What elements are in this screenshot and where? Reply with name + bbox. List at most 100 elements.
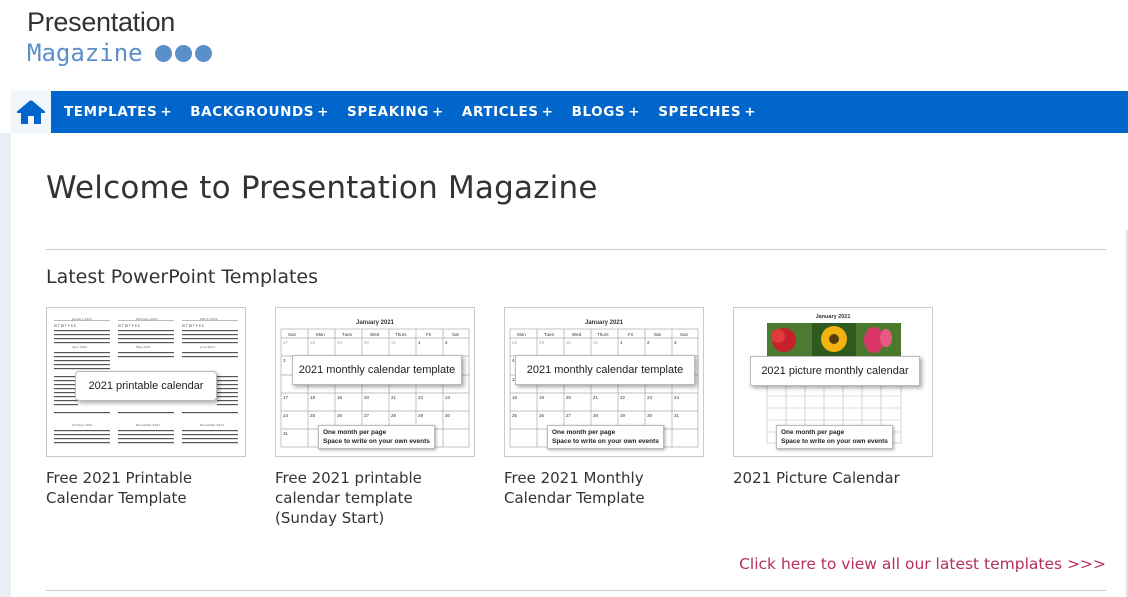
svg-text:M T W T F S S: M T W T F S S (182, 324, 204, 328)
svg-text:20: 20 (566, 395, 572, 400)
svg-text:24: 24 (674, 395, 680, 400)
template-card[interactable]: January 2021 2021 picture monthly calend… (733, 307, 933, 528)
svg-text:30: 30 (647, 413, 653, 418)
home-icon (17, 100, 45, 124)
main-nav: TEMPLATES + BACKGROUNDS + SPEAKING + ARTICL… (11, 91, 1128, 133)
section-title: Latest PowerPoint Templates (46, 266, 319, 288)
thumbnail-note: One month per page Space to write on you… (318, 425, 435, 449)
template-title[interactable]: Free 2021 printable calendar template (S… (275, 468, 475, 528)
thumbnail-banner: 2021 monthly calendar template (292, 355, 462, 385)
svg-text:Fri: Fri (426, 332, 431, 337)
svg-text:27: 27 (566, 413, 572, 418)
divider (46, 590, 1106, 591)
logo-magazine-word: Magazine (27, 39, 143, 67)
svg-text:26: 26 (539, 413, 545, 418)
thumbnail-banner: 2021 printable calendar (75, 371, 217, 401)
svg-text:18: 18 (512, 395, 518, 400)
template-title[interactable]: Free 2021 Printable Calendar Template (46, 468, 246, 508)
svg-text:Sat: Sat (654, 332, 662, 337)
nav-articles[interactable]: ARTICLES + (462, 104, 554, 120)
template-card[interactable]: January 2021 Sun Mon Tues Wed Thurs Fri Sat 27… (275, 307, 475, 528)
svg-text:3: 3 (674, 340, 677, 345)
svg-text:28: 28 (310, 340, 316, 345)
plus-icon: + (541, 104, 554, 120)
svg-text:27: 27 (283, 340, 289, 345)
nav-speaking-label: SPEAKING (347, 104, 429, 120)
svg-text:18: 18 (310, 395, 316, 400)
note-line-1: One month per page (323, 429, 387, 436)
svg-text:April 2021: April 2021 (72, 345, 88, 349)
logo-text-magazine: Magazine (27, 38, 212, 68)
svg-text:23: 23 (445, 395, 451, 400)
template-cards: January 2021 February 2021 March 2021 Apri… (46, 307, 933, 528)
svg-text:22: 22 (418, 395, 424, 400)
svg-text:26: 26 (337, 413, 343, 418)
template-card[interactable]: January 2021 February 2021 March 2021 Apri… (46, 307, 246, 528)
svg-text:19: 19 (337, 395, 343, 400)
nav-blogs-label: BLOGS (571, 104, 626, 120)
template-thumbnail[interactable]: January 2021 Mon Tues Wed Thurs Fri Sat Sun 28… (504, 307, 704, 457)
svg-text:Sun: Sun (680, 332, 689, 337)
svg-text:May 2021: May 2021 (136, 345, 151, 349)
note-line-2: Space to write on your own events (323, 438, 430, 445)
svg-text:31: 31 (593, 340, 599, 345)
plus-icon: + (160, 104, 173, 120)
note-line-2: Space to write on your own events (781, 438, 888, 445)
svg-text:M T W T F S S: M T W T F S S (54, 324, 76, 328)
svg-text:Thurs: Thurs (597, 332, 609, 337)
svg-text:20: 20 (364, 395, 370, 400)
svg-text:21: 21 (391, 395, 397, 400)
svg-text:31: 31 (283, 431, 289, 436)
svg-text:1: 1 (418, 340, 421, 345)
svg-text:M T W T F S S: M T W T F S S (118, 324, 140, 328)
svg-text:December 2021: December 2021 (200, 423, 224, 427)
svg-text:24: 24 (283, 413, 289, 418)
svg-text:17: 17 (283, 395, 289, 400)
template-thumbnail[interactable]: January 2021 2021 picture monthly calend… (733, 307, 933, 457)
template-card[interactable]: January 2021 Mon Tues Wed Thurs Fri Sat Sun 28… (504, 307, 704, 528)
svg-text:Tues: Tues (544, 332, 555, 337)
site-logo[interactable]: Presentation Magazine (27, 6, 212, 68)
nav-speaking[interactable]: SPEAKING + (347, 104, 444, 120)
note-line-1: One month per page (552, 429, 616, 436)
svg-text:31: 31 (391, 340, 397, 345)
template-title[interactable]: Free 2021 Monthly Calendar Template (504, 468, 704, 508)
svg-text:October 2021: October 2021 (72, 423, 93, 427)
note-line-2: Space to write on your own events (552, 438, 659, 445)
svg-text:27: 27 (364, 413, 370, 418)
home-button[interactable] (11, 91, 51, 133)
nav-backgrounds[interactable]: BACKGROUNDS + (190, 104, 329, 120)
svg-text:1: 1 (620, 340, 623, 345)
svg-text:19: 19 (539, 395, 545, 400)
svg-text:30: 30 (364, 340, 370, 345)
svg-text:2: 2 (647, 340, 650, 345)
plus-icon: + (317, 104, 330, 120)
nav-speeches[interactable]: SPEECHES + (658, 104, 756, 120)
plus-icon: + (744, 104, 757, 120)
svg-text:29: 29 (337, 340, 343, 345)
svg-text:March 2021: March 2021 (200, 318, 218, 321)
svg-text:28: 28 (512, 340, 518, 345)
svg-text:3: 3 (283, 358, 286, 363)
svg-text:31: 31 (674, 413, 680, 418)
svg-text:28: 28 (391, 413, 397, 418)
svg-text:22: 22 (620, 395, 626, 400)
template-title[interactable]: 2021 Picture Calendar (733, 468, 933, 488)
logo-text-presentation: Presentation (27, 7, 175, 37)
svg-text:Mon: Mon (517, 332, 526, 337)
svg-text:June 2021: June 2021 (199, 345, 215, 349)
template-thumbnail[interactable]: January 2021 Sun Mon Tues Wed Thurs Fri Sat 27… (275, 307, 475, 457)
template-thumbnail[interactable]: January 2021 February 2021 March 2021 Apri… (46, 307, 246, 457)
plus-icon: + (431, 104, 444, 120)
svg-text:23: 23 (647, 395, 653, 400)
nav-blogs[interactable]: BLOGS + (572, 104, 641, 120)
svg-text:29: 29 (539, 340, 545, 345)
logo-dots-icon (154, 44, 212, 62)
view-all-templates-link[interactable]: Click here to view all our latest templa… (739, 555, 1106, 573)
nav-templates[interactable]: TEMPLATES + (64, 104, 172, 120)
nav-backgrounds-label: BACKGROUNDS (190, 104, 315, 120)
nav-articles-label: ARTICLES (461, 104, 539, 120)
svg-text:25: 25 (310, 413, 316, 418)
svg-text:Wed: Wed (370, 332, 380, 337)
thumbnail-note: One month per page Space to write on you… (547, 425, 664, 449)
